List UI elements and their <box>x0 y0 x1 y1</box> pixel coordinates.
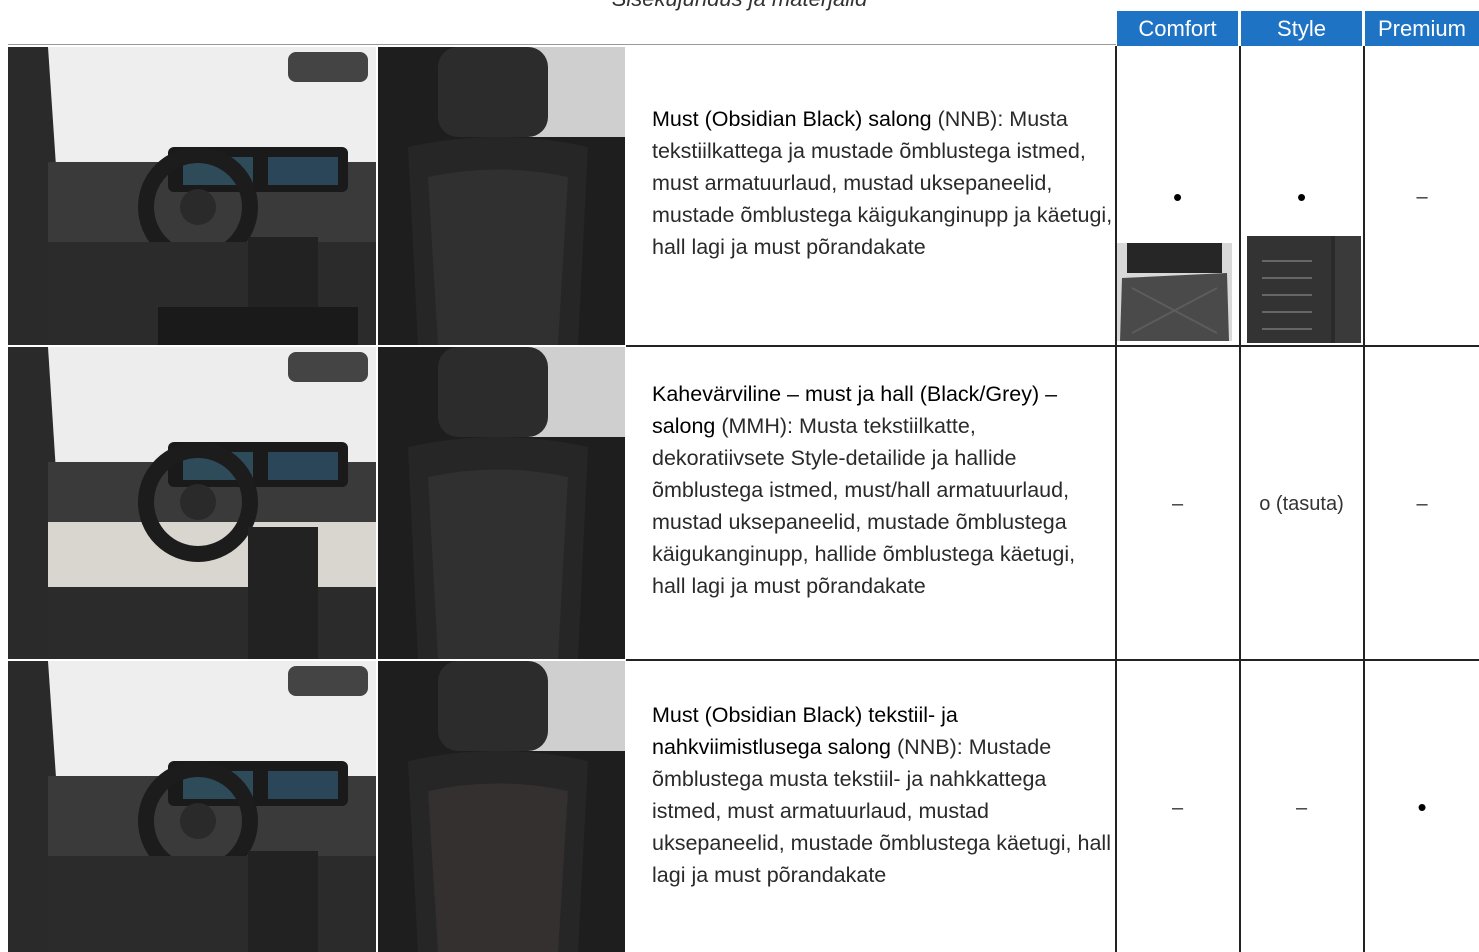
availability-style: • <box>1296 182 1307 212</box>
availability-comfort: • <box>1172 182 1183 212</box>
interior-dashboard-image <box>8 47 376 345</box>
trim-code: (NNB): <box>897 735 963 759</box>
seat-image <box>378 661 625 952</box>
seat-image <box>378 47 625 345</box>
trim-description: Kahevärviline – must ja hall (Black/Grey… <box>652 378 1114 602</box>
availability-style: – <box>1295 797 1308 819</box>
column-header-style: Style <box>1241 11 1362 46</box>
column-header-comfort: Comfort <box>1117 11 1238 46</box>
fabric-swatch-image <box>1117 243 1232 341</box>
fabric-swatch-image <box>1247 236 1361 343</box>
seat-image <box>378 347 625 659</box>
row-divider <box>626 659 1479 661</box>
availability-premium: – <box>1416 493 1428 515</box>
trim-code: (NNB): <box>937 107 1004 131</box>
trim-description: Must (Obsidian Black) salong (NNB): Must… <box>652 103 1114 263</box>
interior-dashboard-image <box>8 661 376 952</box>
availability-premium: – <box>1416 186 1428 208</box>
trim-code: (MMH): <box>721 414 793 438</box>
divider <box>8 44 1116 45</box>
availability-style: o (tasuta) <box>1259 493 1344 515</box>
availability-comfort: – <box>1171 493 1184 515</box>
availability-comfort: – <box>1171 797 1184 819</box>
interior-dashboard-image <box>8 347 376 659</box>
row-divider <box>626 345 1479 347</box>
column-divider <box>626 46 627 952</box>
availability-premium: • <box>1417 792 1427 822</box>
trim-title: Must (Obsidian Black) salong <box>652 107 932 131</box>
column-header-premium: Premium <box>1365 11 1479 46</box>
trim-description: Must (Obsidian Black) tekstiil- ja nahkv… <box>652 699 1114 891</box>
trim-text: Musta tekstiilkatte, dekoratiivsete Styl… <box>652 414 1076 598</box>
